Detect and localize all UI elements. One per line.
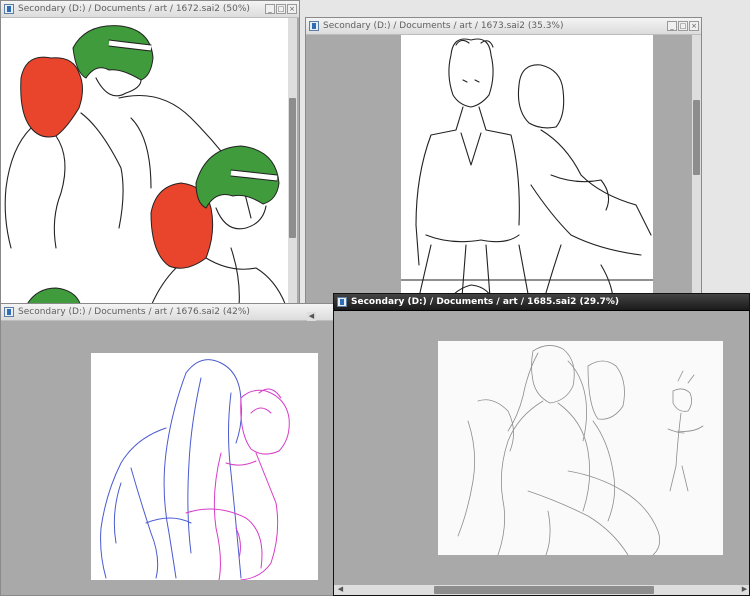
- artwork-pencil-sketch: [457, 345, 704, 555]
- window-title: Secondary (D:) / Documents / art / 1685.…: [351, 297, 620, 307]
- drawing-canvas[interactable]: [91, 353, 318, 580]
- window-titlebar[interactable]: Secondary (D:) / Documents / art / 1673.…: [306, 18, 701, 35]
- horizontal-scroll-thumb[interactable]: [434, 586, 654, 594]
- canvas-window-1685[interactable]: Secondary (D:) / Documents / art / 1685.…: [333, 293, 750, 596]
- window-titlebar[interactable]: Secondary (D:) / Documents / art / 1676.…: [1, 304, 334, 321]
- window-titlebar[interactable]: Secondary (D:) / Documents / art / 1685.…: [334, 294, 749, 311]
- artwork-pair-lineart: [401, 38, 653, 313]
- minimize-icon[interactable]: _: [667, 21, 677, 31]
- vertical-scroll-thumb[interactable]: [693, 100, 700, 175]
- artwork-couple-sketch: [4, 25, 286, 304]
- close-icon[interactable]: ×: [689, 21, 699, 31]
- artwork-color-sketch: [100, 359, 290, 580]
- canvas-window-icon: [4, 307, 14, 317]
- canvas-window-1676[interactable]: Secondary (D:) / Documents / art / 1676.…: [0, 303, 335, 596]
- canvas-window-1672[interactable]: Secondary (D:) / Documents / art / 1672.…: [0, 0, 300, 305]
- vertical-scrollbar[interactable]: [288, 18, 297, 304]
- minimize-icon[interactable]: _: [265, 4, 275, 14]
- scroll-left-icon[interactable]: ◀: [336, 585, 345, 594]
- close-icon[interactable]: ×: [287, 4, 297, 14]
- canvas-window-icon: [337, 297, 347, 307]
- maximize-icon[interactable]: □: [276, 4, 286, 14]
- window-title: Secondary (D:) / Documents / art / 1676.…: [18, 307, 250, 317]
- scroll-right-icon[interactable]: ▶: [740, 585, 749, 594]
- canvas-window-icon: [309, 21, 319, 31]
- canvas-window-icon: [4, 4, 14, 14]
- drawing-canvas[interactable]: [438, 341, 723, 555]
- window-titlebar[interactable]: Secondary (D:) / Documents / art / 1672.…: [1, 1, 299, 18]
- scroll-left-icon[interactable]: ◀: [307, 312, 316, 321]
- drawing-canvas[interactable]: [1, 18, 288, 304]
- maximize-icon[interactable]: □: [678, 21, 688, 31]
- vertical-scroll-thumb[interactable]: [289, 98, 296, 238]
- vertical-scrollbar[interactable]: [692, 35, 701, 313]
- canvas-window-1673[interactable]: Secondary (D:) / Documents / art / 1673.…: [305, 17, 702, 323]
- window-title: Secondary (D:) / Documents / art / 1672.…: [18, 4, 250, 14]
- horizontal-scrollbar[interactable]: ◀ ▶: [334, 585, 749, 595]
- drawing-canvas[interactable]: [401, 35, 653, 313]
- window-title: Secondary (D:) / Documents / art / 1673.…: [323, 21, 564, 31]
